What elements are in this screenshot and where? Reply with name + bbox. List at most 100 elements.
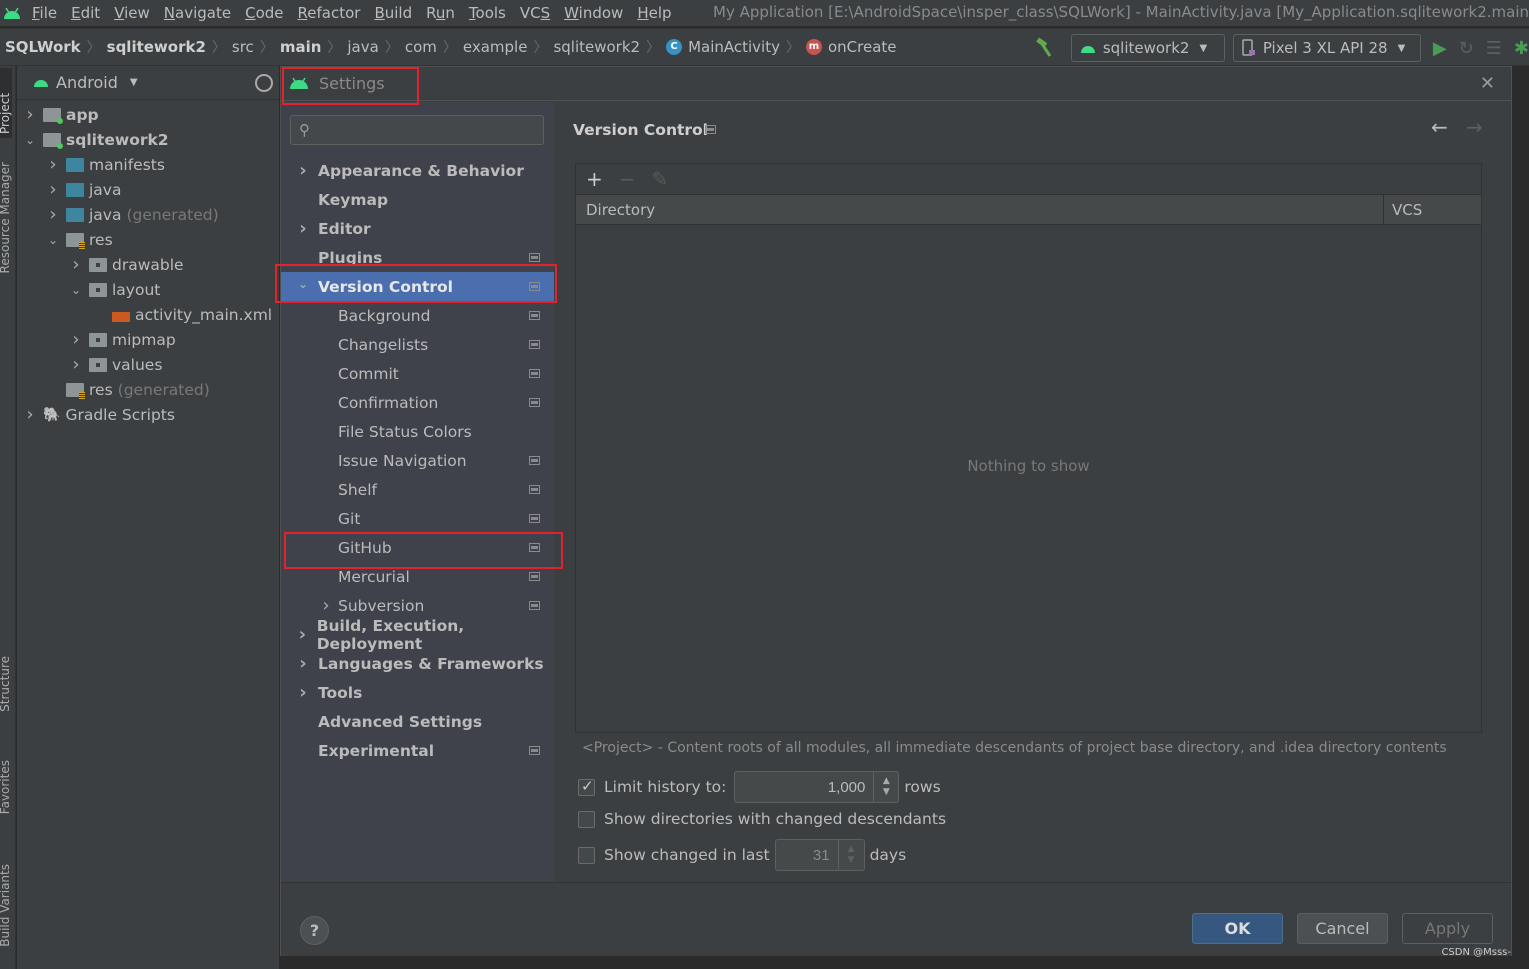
show-changed-checkbox[interactable] — [578, 846, 595, 864]
column-header-directory[interactable]: Directory — [576, 194, 1384, 225]
menu-file[interactable]: File — [32, 4, 57, 22]
project-tree-item[interactable]: res (generated) — [17, 377, 279, 402]
project-tree-item[interactable]: › drawable — [17, 252, 279, 277]
device-select[interactable]: Pixel 3 XL API 28 ▼ — [1232, 34, 1421, 62]
project-tree-item[interactable]: ⌄ sqlitework2 — [17, 127, 279, 152]
chevron-down-icon[interactable]: ⌄ — [69, 283, 83, 297]
settings-nav-version-control[interactable]: ⌄ Version Control — [281, 272, 554, 301]
settings-nav-languages-frameworks[interactable]: › Languages & Frameworks — [281, 649, 554, 678]
chevron-right-icon[interactable]: › — [46, 179, 60, 200]
menu-navigate[interactable]: Navigate — [164, 4, 231, 22]
project-tree-item[interactable]: › 🐘 Gradle Scripts — [17, 402, 279, 427]
project-tree-item[interactable]: › java — [17, 177, 279, 202]
apply-code-changes-icon[interactable]: ☰ — [1486, 38, 1502, 59]
edit-pencil-icon[interactable]: ✎ — [652, 167, 669, 191]
cancel-button[interactable]: Cancel — [1297, 913, 1388, 944]
limit-history-checkbox[interactable] — [578, 777, 595, 796]
settings-nav-build-execution-deployment[interactable]: › Build, Execution, Deployment — [281, 617, 554, 653]
settings-nav-shelf[interactable]: Shelf — [281, 475, 554, 504]
breadcrumb-item[interactable]: java — [347, 38, 378, 56]
menu-build[interactable]: Build — [374, 4, 412, 22]
project-tree-item[interactable]: › app — [17, 102, 279, 127]
help-button[interactable]: ? — [300, 916, 329, 945]
chevron-down-icon[interactable]: ▼ — [130, 77, 138, 88]
breadcrumb-item[interactable]: sqlitework2 — [107, 38, 206, 56]
chevron-right-icon[interactable]: › — [69, 354, 83, 375]
spinner-arrows-icon[interactable]: ▲ ▼ — [873, 772, 898, 802]
settings-nav-git[interactable]: Git — [281, 504, 554, 533]
back-arrow-icon[interactable]: ← — [1431, 115, 1448, 139]
debug-icon[interactable]: ✱ — [1514, 38, 1529, 59]
tool-tab-build-variants[interactable]: Build Variants — [0, 864, 12, 947]
settings-search-input[interactable] — [321, 119, 536, 141]
settings-nav-issue-navigation[interactable]: Issue Navigation — [281, 446, 554, 475]
chevron-right-icon[interactable]: › — [295, 218, 311, 239]
build-hammer-icon[interactable] — [1033, 37, 1055, 59]
settings-nav-background[interactable]: Background — [281, 301, 554, 330]
settings-nav-experimental[interactable]: Experimental — [281, 736, 554, 765]
project-view-select[interactable]: Android — [56, 73, 118, 92]
locate-file-icon[interactable] — [255, 74, 273, 92]
chevron-right-icon[interactable]: › — [23, 104, 37, 125]
project-tree-item[interactable]: › manifests — [17, 152, 279, 177]
settings-nav-file-status-colors[interactable]: File Status Colors — [281, 417, 554, 446]
settings-nav-mercurial[interactable]: Mercurial — [281, 562, 554, 591]
chevron-right-icon[interactable]: › — [69, 329, 83, 350]
chevron-right-icon[interactable]: › — [318, 595, 334, 616]
chevron-right-icon[interactable]: › — [295, 682, 311, 703]
add-icon[interactable]: + — [586, 167, 603, 191]
breadcrumb-item[interactable]: sqlitework2 — [553, 38, 640, 56]
settings-nav-changelists[interactable]: Changelists — [281, 330, 554, 359]
breadcrumb-item[interactable]: MainActivity — [688, 38, 780, 56]
menu-code[interactable]: Code — [245, 4, 283, 22]
chevron-right-icon[interactable]: › — [69, 254, 83, 275]
chevron-right-icon[interactable]: › — [46, 154, 60, 175]
tool-tab-resource-manager[interactable]: Resource Manager — [0, 162, 12, 273]
chevron-right-icon[interactable]: › — [295, 160, 311, 181]
tool-tab-project[interactable]: Project — [0, 68, 12, 138]
limit-history-input[interactable] — [735, 773, 874, 801]
apply-changes-icon[interactable]: ↻ — [1459, 38, 1474, 59]
chevron-right-icon[interactable]: › — [23, 404, 37, 425]
settings-nav-plugins[interactable]: Plugins — [281, 243, 554, 272]
menu-edit[interactable]: Edit — [71, 4, 100, 22]
settings-nav-github[interactable]: GitHub — [281, 533, 554, 562]
show-changed-input[interactable] — [775, 841, 838, 869]
menu-vcs[interactable]: VCS — [520, 4, 550, 22]
breadcrumb-item[interactable]: com — [405, 38, 437, 56]
limit-history-spinner[interactable]: ▲▼ — [734, 771, 900, 803]
project-tree-item[interactable]: › values — [17, 352, 279, 377]
spinner-arrows-icon[interactable]: ▲ ▼ — [837, 840, 864, 870]
chevron-down-icon[interactable]: ⌄ — [23, 133, 37, 147]
breadcrumb-item[interactable]: onCreate — [828, 38, 897, 56]
chevron-right-icon[interactable]: › — [295, 653, 311, 674]
settings-nav-keymap[interactable]: Keymap — [281, 185, 554, 214]
run-icon[interactable]: ▶ — [1433, 38, 1447, 59]
breadcrumb-item[interactable]: main — [280, 38, 322, 56]
breadcrumb-item[interactable]: SQLWork — [5, 38, 81, 56]
breadcrumb-item[interactable]: src — [232, 38, 254, 56]
menu-tools[interactable]: Tools — [469, 4, 506, 22]
run-config-select[interactable]: sqlitework2 ▼ — [1070, 34, 1225, 62]
chevron-down-icon[interactable]: ⌄ — [295, 277, 311, 291]
project-tree-item[interactable]: › java (generated) — [17, 202, 279, 227]
breadcrumb-item[interactable]: example — [463, 38, 528, 56]
menu-help[interactable]: Help — [637, 4, 671, 22]
project-tree-item[interactable]: › mipmap — [17, 327, 279, 352]
show-dirs-checkbox[interactable] — [578, 810, 595, 828]
tool-tab-favorites[interactable]: Favorites — [0, 760, 12, 814]
project-tree-item[interactable]: activity_main.xml — [17, 302, 279, 327]
settings-nav-editor[interactable]: › Editor — [281, 214, 554, 243]
settings-nav-appearance-behavior[interactable]: › Appearance & Behavior — [281, 156, 554, 185]
menu-view[interactable]: View — [114, 4, 150, 22]
settings-nav-commit[interactable]: Commit — [281, 359, 554, 388]
chevron-right-icon[interactable]: › — [46, 204, 60, 225]
settings-nav-tools[interactable]: › Tools — [281, 678, 554, 707]
ok-button[interactable]: OK — [1192, 913, 1283, 944]
settings-search[interactable]: ⚲ — [290, 115, 544, 145]
forward-arrow-icon[interactable]: → — [1466, 115, 1483, 139]
close-icon[interactable]: ✕ — [1480, 73, 1495, 94]
settings-nav-confirmation[interactable]: Confirmation — [281, 388, 554, 417]
project-tree-item[interactable]: ⌄ res — [17, 227, 279, 252]
apply-button[interactable]: Apply — [1402, 913, 1493, 944]
